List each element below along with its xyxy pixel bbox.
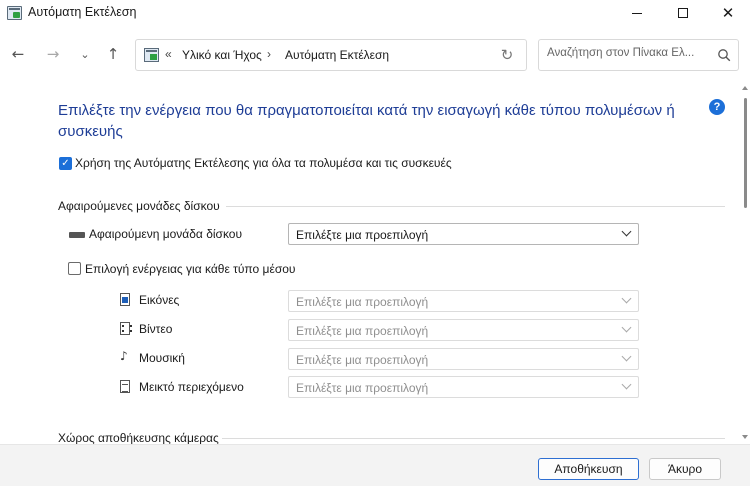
breadcrumb-autoplay[interactable]: Αυτόματη Εκτέλεση: [285, 48, 389, 62]
control-panel-icon: [7, 6, 22, 20]
per-media-label[interactable]: Επιλογή ενέργειας για κάθε τύπο μέσου: [85, 262, 295, 276]
use-autoplay-label[interactable]: Χρήση της Αυτόματης Εκτέλεσης για όλα τα…: [75, 156, 452, 170]
scroll-thumb[interactable]: [744, 98, 747, 208]
video-select[interactable]: Επιλέξτε μια προεπιλογή: [288, 319, 639, 341]
chevron-down-icon: [621, 293, 632, 304]
help-icon[interactable]: ?: [709, 99, 725, 115]
removable-drive-select[interactable]: Επιλέξτε μια προεπιλογή: [288, 223, 639, 245]
arrow-right-icon: →: [46, 45, 60, 63]
pictures-select[interactable]: Επιλέξτε μια προεπιλογή: [288, 290, 639, 312]
media-label-pictures: Εικόνες: [139, 293, 180, 307]
page-heading: Επιλέξτε την ενέργεια που θα πραγματοποι…: [58, 102, 675, 140]
pictures-icon: [120, 293, 130, 306]
use-autoplay-checkbox[interactable]: ✓: [59, 157, 72, 170]
main-content: Επιλέξτε την ενέργεια που θα πραγματοποι…: [0, 84, 750, 444]
chevron-down-icon: [621, 322, 632, 333]
cancel-button[interactable]: Άκυρο: [649, 458, 721, 480]
chevron-down-icon: [621, 351, 632, 362]
maximize-button[interactable]: [660, 0, 706, 26]
mixed-content-select-value: Επιλέξτε μια προεπιλογή: [296, 381, 429, 395]
chevron-down-icon: [621, 379, 632, 390]
forward-button[interactable]: →: [42, 42, 64, 66]
scroll-up-icon[interactable]: [742, 86, 748, 90]
scroll-down-icon[interactable]: [742, 435, 748, 439]
vertical-scrollbar[interactable]: [740, 84, 750, 444]
drive-icon: [69, 232, 85, 238]
section-divider: [222, 438, 725, 439]
video-icon: [120, 322, 132, 335]
maximize-icon: [678, 8, 688, 18]
media-label-video: Βίντεο: [139, 322, 173, 336]
music-select[interactable]: Επιλέξτε μια προεπιλογή: [288, 348, 639, 370]
breadcrumb-hardware-sound[interactable]: Υλικό και Ήχος: [182, 48, 262, 62]
save-button[interactable]: Αποθήκευση: [538, 458, 639, 480]
close-icon: ✕: [721, 3, 735, 22]
camera-storage-section-title: Χώρος αποθήκευσης κάμερας: [58, 431, 219, 444]
per-media-checkbox[interactable]: [68, 262, 81, 275]
section-divider: [226, 206, 725, 207]
breadcrumb-separator-icon[interactable]: ›: [267, 47, 271, 61]
footer-bar: Αποθήκευση Άκυρο: [0, 444, 750, 486]
music-icon: ♪: [120, 349, 128, 363]
minimize-icon: [632, 12, 642, 14]
title-bar: Αυτόματη Εκτέλεση ✕: [0, 0, 750, 26]
pictures-select-value: Επιλέξτε μια προεπιλογή: [296, 295, 429, 309]
music-select-value: Επιλέξτε μια προεπιλογή: [296, 353, 429, 367]
mixed-content-icon: [120, 380, 130, 393]
arrow-left-icon: ←: [11, 45, 25, 63]
refresh-icon: ↻: [500, 46, 514, 64]
search-icon[interactable]: [717, 48, 731, 62]
navigation-bar: ← → ⌄ ↑ « Υλικό και Ήχος › Αυτόματη Εκτέ…: [0, 26, 750, 84]
recent-locations-button[interactable]: ⌄: [74, 42, 96, 66]
chevron-down-icon: ⌄: [80, 47, 90, 61]
search-box[interactable]: [538, 39, 739, 71]
refresh-button[interactable]: ↻: [496, 45, 518, 65]
window-title: Αυτόματη Εκτέλεση: [28, 5, 137, 19]
search-input[interactable]: [547, 47, 707, 59]
media-label-mixed: Μεικτό περιεχόμενο: [139, 380, 244, 394]
up-button[interactable]: ↑: [102, 42, 124, 66]
removable-drive-select-value: Επιλέξτε μια προεπιλογή: [296, 228, 429, 242]
address-bar[interactable]: « Υλικό και Ήχος › Αυτόματη Εκτέλεση ↻: [135, 39, 527, 71]
media-label-music: Μουσική: [139, 351, 185, 365]
chevron-down-icon: [621, 226, 632, 237]
video-select-value: Επιλέξτε μια προεπιλογή: [296, 324, 429, 338]
arrow-up-icon: ↑: [106, 45, 120, 63]
control-panel-icon: [144, 48, 159, 62]
back-button[interactable]: ←: [7, 42, 29, 66]
close-button[interactable]: ✕: [705, 0, 750, 26]
removable-drives-section-title: Αφαιρούμενες μονάδες δίσκου: [58, 199, 220, 213]
mixed-content-select[interactable]: Επιλέξτε μια προεπιλογή: [288, 376, 639, 398]
minimize-button[interactable]: [614, 0, 660, 26]
address-overflow-button[interactable]: «: [165, 47, 172, 61]
removable-drive-label: Αφαιρούμενη μονάδα δίσκου: [89, 227, 243, 241]
